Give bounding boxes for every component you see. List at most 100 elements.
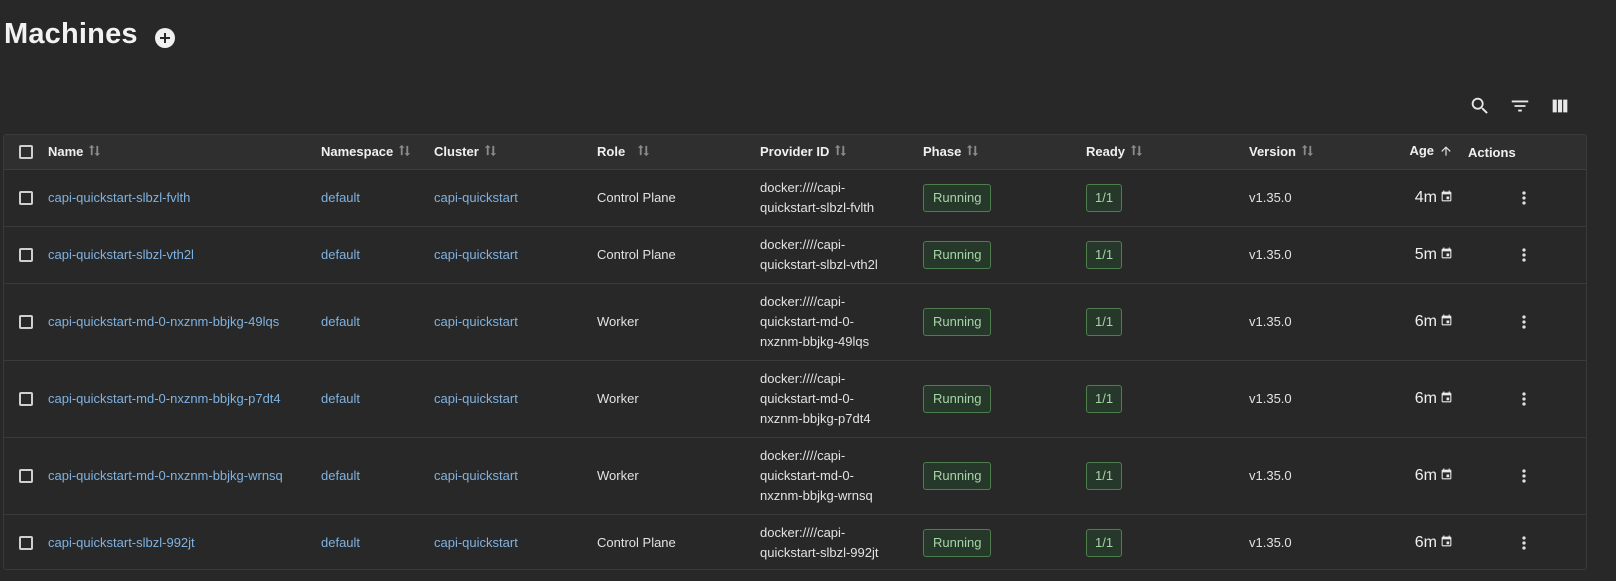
more-vertical-icon	[1521, 469, 1526, 483]
provider-id-line: nxznm-bbjkg-p7dt4	[760, 411, 871, 426]
sort-icon[interactable]	[966, 144, 979, 160]
sort-ascending-icon[interactable]	[1439, 144, 1453, 161]
age-cell: 6m	[1402, 360, 1461, 438]
table-row[interactable]: capi-quickstart-slbzl-992jt default capi…	[4, 515, 1586, 570]
sort-icon[interactable]	[834, 144, 847, 160]
namespace-link[interactable]: default	[321, 190, 360, 205]
role-text: Control Plane	[597, 535, 676, 550]
row-actions-button[interactable]	[1461, 533, 1586, 553]
phase-badge: Running	[923, 241, 992, 269]
age-cell: 6m	[1402, 515, 1461, 570]
row-checkbox[interactable]	[19, 315, 33, 329]
ready-badge: 1/1	[1086, 184, 1123, 212]
filter-icon	[1511, 100, 1529, 112]
column-header-phase[interactable]: Phase	[923, 135, 1086, 170]
cluster-link[interactable]: capi-quickstart	[434, 535, 518, 550]
calendar-icon	[1441, 314, 1452, 326]
table-row[interactable]: capi-quickstart-md-0-nxznm-bbjkg-wrnsq d…	[4, 437, 1586, 515]
machine-name-link[interactable]: capi-quickstart-md-0-nxznm-bbjkg-wrnsq	[48, 468, 283, 483]
search-button[interactable]	[1460, 92, 1500, 120]
table-row[interactable]: capi-quickstart-slbzl-fvlth default capi…	[4, 169, 1586, 227]
role-text: Worker	[597, 468, 639, 483]
namespace-link[interactable]: default	[321, 314, 360, 329]
row-checkbox[interactable]	[19, 469, 33, 483]
phase-badge: Running	[923, 462, 992, 490]
column-header-name[interactable]: Name	[48, 135, 321, 170]
sort-icon[interactable]	[1301, 144, 1314, 160]
age-text: 4m	[1414, 189, 1437, 206]
column-header-version[interactable]: Version	[1249, 135, 1402, 170]
sort-icon[interactable]	[1130, 144, 1143, 160]
cluster-link[interactable]: capi-quickstart	[434, 391, 518, 406]
cluster-link[interactable]: capi-quickstart	[434, 247, 518, 262]
search-icon	[1471, 97, 1488, 114]
provider-id-line: docker:////capi-	[760, 371, 846, 386]
table-row[interactable]: capi-quickstart-md-0-nxznm-bbjkg-49lqs d…	[4, 283, 1586, 361]
more-vertical-icon	[1521, 536, 1526, 550]
column-header-age[interactable]: Age	[1402, 135, 1461, 170]
add-machine-button[interactable]	[154, 27, 175, 48]
age-text: 6m	[1414, 390, 1437, 407]
calendar-icon	[1441, 535, 1452, 547]
provider-id-line: quickstart-md-0-	[760, 391, 854, 406]
calendar-icon	[1441, 468, 1452, 480]
sort-icon[interactable]	[484, 144, 497, 160]
column-header-ready[interactable]: Ready	[1086, 135, 1249, 170]
row-actions-button[interactable]	[1461, 466, 1586, 486]
row-checkbox[interactable]	[19, 536, 33, 550]
namespace-link[interactable]: default	[321, 468, 360, 483]
column-header-role[interactable]: Role	[597, 135, 760, 170]
row-checkbox[interactable]	[19, 392, 33, 406]
table-header-row: Name Namespace Cluster Role Provider ID …	[4, 135, 1586, 170]
provider-id-line: quickstart-slbzl-vth2l	[760, 257, 878, 272]
sort-icon[interactable]	[637, 144, 650, 160]
row-actions-button[interactable]	[1461, 312, 1586, 332]
column-header-namespace[interactable]: Namespace	[321, 135, 434, 170]
age-cell: 6m	[1402, 283, 1461, 361]
page-title: Machines	[4, 18, 138, 50]
columns-icon	[1552, 99, 1568, 113]
namespace-link[interactable]: default	[321, 535, 360, 550]
machine-name-link[interactable]: capi-quickstart-slbzl-fvlth	[48, 190, 190, 205]
provider-id-line: docker:////capi-	[760, 237, 846, 252]
cluster-link[interactable]: capi-quickstart	[434, 314, 518, 329]
ready-badge: 1/1	[1086, 241, 1123, 269]
machine-name-link[interactable]: capi-quickstart-slbzl-vth2l	[48, 247, 194, 262]
row-checkbox[interactable]	[19, 248, 33, 262]
machines-table: Name Namespace Cluster Role Provider ID …	[3, 134, 1587, 570]
more-vertical-icon	[1521, 315, 1526, 329]
column-header-cluster[interactable]: Cluster	[434, 135, 597, 170]
column-header-provider-id[interactable]: Provider ID	[760, 135, 923, 170]
columns-button[interactable]	[1540, 92, 1580, 120]
table-row[interactable]: capi-quickstart-slbzl-vth2l default capi…	[4, 226, 1586, 284]
phase-badge: Running	[923, 308, 992, 336]
sort-icon[interactable]	[88, 144, 101, 160]
provider-id-cell: docker:////capi- quickstart-slbzl-fvlth	[760, 169, 923, 227]
cluster-link[interactable]: capi-quickstart	[434, 190, 518, 205]
sort-icon[interactable]	[398, 144, 411, 160]
row-actions-button[interactable]	[1461, 245, 1586, 265]
namespace-link[interactable]: default	[321, 391, 360, 406]
age-text: 6m	[1414, 534, 1437, 551]
age-text: 6m	[1414, 467, 1437, 484]
machine-name-link[interactable]: capi-quickstart-slbzl-992jt	[48, 535, 195, 550]
provider-id-line: quickstart-md-0-	[760, 468, 854, 483]
row-actions-button[interactable]	[1461, 389, 1586, 409]
filter-button[interactable]	[1500, 92, 1540, 120]
role-text: Control Plane	[597, 247, 676, 262]
provider-id-cell: docker:////capi- quickstart-slbzl-992jt	[760, 515, 923, 570]
more-vertical-icon	[1521, 392, 1526, 406]
provider-id-cell: docker:////capi- quickstart-md-0- nxznm-…	[760, 360, 923, 438]
phase-badge: Running	[923, 529, 992, 557]
table-row[interactable]: capi-quickstart-md-0-nxznm-bbjkg-p7dt4 d…	[4, 360, 1586, 438]
select-all-checkbox[interactable]	[19, 145, 33, 159]
machine-name-link[interactable]: capi-quickstart-md-0-nxznm-bbjkg-49lqs	[48, 314, 279, 329]
machine-name-link[interactable]: capi-quickstart-md-0-nxznm-bbjkg-p7dt4	[48, 391, 281, 406]
row-checkbox[interactable]	[19, 191, 33, 205]
row-actions-button[interactable]	[1461, 188, 1586, 208]
role-text: Control Plane	[597, 190, 676, 205]
provider-id-line: quickstart-md-0-	[760, 314, 854, 329]
age-text: 6m	[1414, 313, 1437, 330]
namespace-link[interactable]: default	[321, 247, 360, 262]
cluster-link[interactable]: capi-quickstart	[434, 468, 518, 483]
